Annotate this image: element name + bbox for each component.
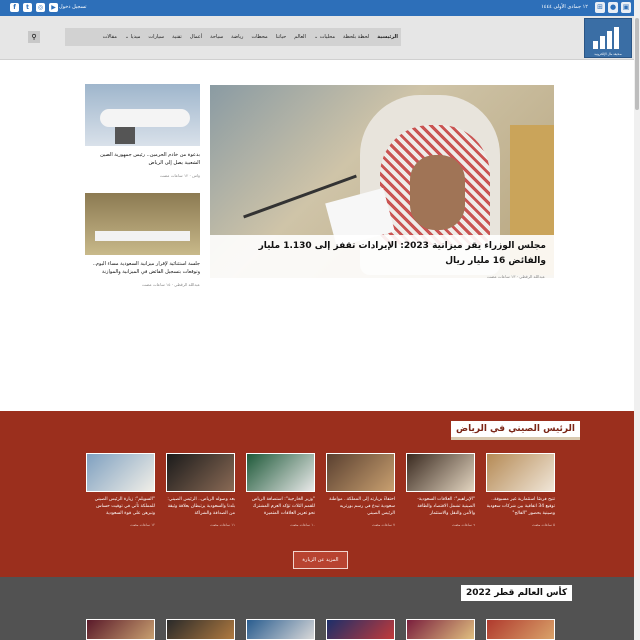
section-card[interactable]: "الإبراهيم": العلاقات السعودية-الصينية ت… (406, 453, 475, 527)
current-date: ١٢ جمادى الأولى ١٤٤٤ (541, 4, 588, 10)
nav-item-live[interactable]: لحظة بلحظة (343, 34, 369, 40)
section-card-time: ١١ ساعات مضت (210, 523, 235, 527)
section-card[interactable]: احتفاءً بزيارته إلى المملكة.. مواطنة سعو… (326, 453, 395, 527)
search-icon[interactable]: ⚲ (28, 31, 40, 43)
world-cup-section: كأس العالم قطر 2022 (0, 577, 640, 640)
youtube-icon[interactable]: ▶ (49, 3, 58, 12)
side-article-time: ١٥ ساعات مضت (142, 282, 171, 287)
nav-item-world[interactable]: العالم (294, 34, 306, 40)
nav-item-tech[interactable]: تقنية (172, 34, 182, 40)
hero-time: ١٣ ساعات مضت (487, 274, 516, 279)
side-article-title[interactable]: بدعوة من خادم الحرمين.. رئيس جمهورية الص… (85, 151, 200, 167)
side-article-1[interactable]: بدعوة من خادم الحرمين.. رئيس جمهورية الص… (85, 84, 200, 178)
facebook-icon[interactable]: f (10, 3, 19, 12)
section-card-time: ٧ ساعات مضت (372, 523, 395, 527)
nav-item-local[interactable]: محليات ⌄ (314, 34, 335, 40)
section-card-image[interactable] (406, 619, 475, 640)
more-about-visit-button[interactable]: المزيد عن الزيارة (293, 551, 348, 569)
nav-item-sports[interactable]: رياضة (231, 34, 243, 40)
section-card-image[interactable] (326, 453, 395, 492)
nav-item-life[interactable]: حياتنا (276, 34, 287, 40)
login-link[interactable]: تسجيل دخول (59, 4, 87, 10)
hero-image-face (410, 155, 465, 230)
side-article-author: واس (192, 173, 200, 178)
twitter-icon[interactable]: t (23, 3, 32, 12)
section-card-title[interactable]: "الإبراهيم": العلاقات السعودية-الصينية ت… (406, 496, 475, 517)
section-title[interactable]: الرئيس الصيني في الرياض (451, 421, 580, 440)
section-card-image[interactable] (326, 619, 395, 640)
nav-item-media[interactable]: ميديا ⌄ (125, 34, 141, 40)
section-card-title[interactable]: "وزير الخارجية": استضافة الرياض للقمم ال… (246, 496, 315, 517)
android-icon[interactable]: ▣ (621, 2, 631, 13)
side-article-meta: واس · ١٢ ساعات مضت (159, 173, 200, 178)
section-card-image[interactable] (86, 619, 155, 640)
hero-article[interactable]: مجلس الوزراء يقر ميزانية 2023: الإيرادات… (210, 85, 554, 278)
section-card-image[interactable] (486, 619, 555, 640)
side-article-time: ١٢ ساعات مضت (159, 173, 189, 178)
china-visit-section: الرئيس الصيني في الرياض تتيح فرصًا استثم… (0, 411, 640, 577)
section-card-time: ١٠ ساعات مضت (290, 523, 315, 527)
nav-item-stations[interactable]: محطات (251, 34, 267, 40)
section-card-image[interactable] (246, 619, 315, 640)
hero-author[interactable]: عبدالله الرقطي (519, 274, 545, 279)
section-card-image[interactable] (246, 453, 315, 492)
section-card[interactable]: "السويلم": زيارة الرئيس الصيني للمملكة ت… (86, 453, 155, 527)
hero-meta: عبدالله الرقطي · ١٣ ساعات مضت (487, 274, 545, 279)
site-logo[interactable]: صحيفة مال الإلكترونية (584, 18, 632, 58)
section-card-image[interactable] (486, 453, 555, 492)
side-article-image[interactable] (85, 84, 200, 146)
nav-item-articles[interactable]: مقالات (103, 34, 117, 40)
nav-item-business[interactable]: أعمال (190, 34, 202, 40)
section-card[interactable]: تتيح فرصًا استثمارية غير مسبوقة.. توقيع … (486, 453, 555, 527)
section-card-title[interactable]: بعد وصوله الرياض.. الرئيس الصيني: بلدنا … (166, 496, 235, 517)
side-article-title[interactable]: جلسة استثنائية لإقرار ميزانية السعودية م… (85, 260, 200, 276)
side-article-2[interactable]: جلسة استثنائية لإقرار ميزانية السعودية م… (85, 193, 200, 287)
main-nav: الرئيسية لحظة بلحظة محليات ⌄ العالم حيات… (65, 28, 401, 46)
instagram-icon[interactable]: ◎ (36, 3, 45, 12)
section-card-image[interactable] (86, 453, 155, 492)
logo-text: صحيفة مال الإلكترونية (594, 52, 622, 56)
section-card-image[interactable] (166, 453, 235, 492)
side-article-meta: عبدالله الرقطي · ١٥ ساعات مضت (142, 282, 200, 287)
social-icons: f t ◎ ▶ (10, 3, 58, 12)
nav-item-cars[interactable]: سيارات (148, 34, 164, 40)
section-card-title[interactable]: تتيح فرصًا استثمارية غير مسبوقة.. توقيع … (486, 496, 555, 517)
nav-item-home[interactable]: الرئيسية (377, 34, 398, 40)
section-title[interactable]: كأس العالم قطر 2022 (461, 585, 573, 601)
top-bar: ⊞ ● ▣ ١٢ جمادى الأولى ١٤٤٤ تسجيل دخول f … (0, 0, 640, 16)
section-card-title[interactable]: احتفاءً بزيارته إلى المملكة.. مواطنة سعو… (326, 496, 395, 517)
section-card-image[interactable] (406, 453, 475, 492)
nav-item-tourism[interactable]: سياحة (210, 34, 223, 40)
section-card-time: ٥ ساعات مضت (532, 523, 555, 527)
apple-icon[interactable]: ● (608, 2, 618, 13)
app-icons: ⊞ ● ▣ (595, 2, 631, 13)
hero-title[interactable]: مجلس الوزراء يقر ميزانية 2023: الإيرادات… (218, 239, 546, 269)
section-card-title[interactable]: "السويلم": زيارة الرئيس الصيني للمملكة ت… (86, 496, 155, 517)
section-card[interactable]: "وزير الخارجية": استضافة الرياض للقمم ال… (246, 453, 315, 527)
hero-caption: مجلس الوزراء يقر ميزانية 2023: الإيرادات… (210, 235, 554, 278)
section-card[interactable]: بعد وصوله الرياض.. الرئيس الصيني: بلدنا … (166, 453, 235, 527)
section-card-time: ١٢ ساعات مضت (130, 523, 155, 527)
side-article-author: عبدالله الرقطي (174, 282, 200, 287)
side-article-image[interactable] (85, 193, 200, 255)
scrollbar-thumb[interactable] (635, 18, 639, 110)
section-card-time: ٦ ساعات مضت (452, 523, 475, 527)
windows-icon[interactable]: ⊞ (595, 2, 605, 13)
logo-bars-icon (593, 27, 623, 49)
section-card-image[interactable] (166, 619, 235, 640)
